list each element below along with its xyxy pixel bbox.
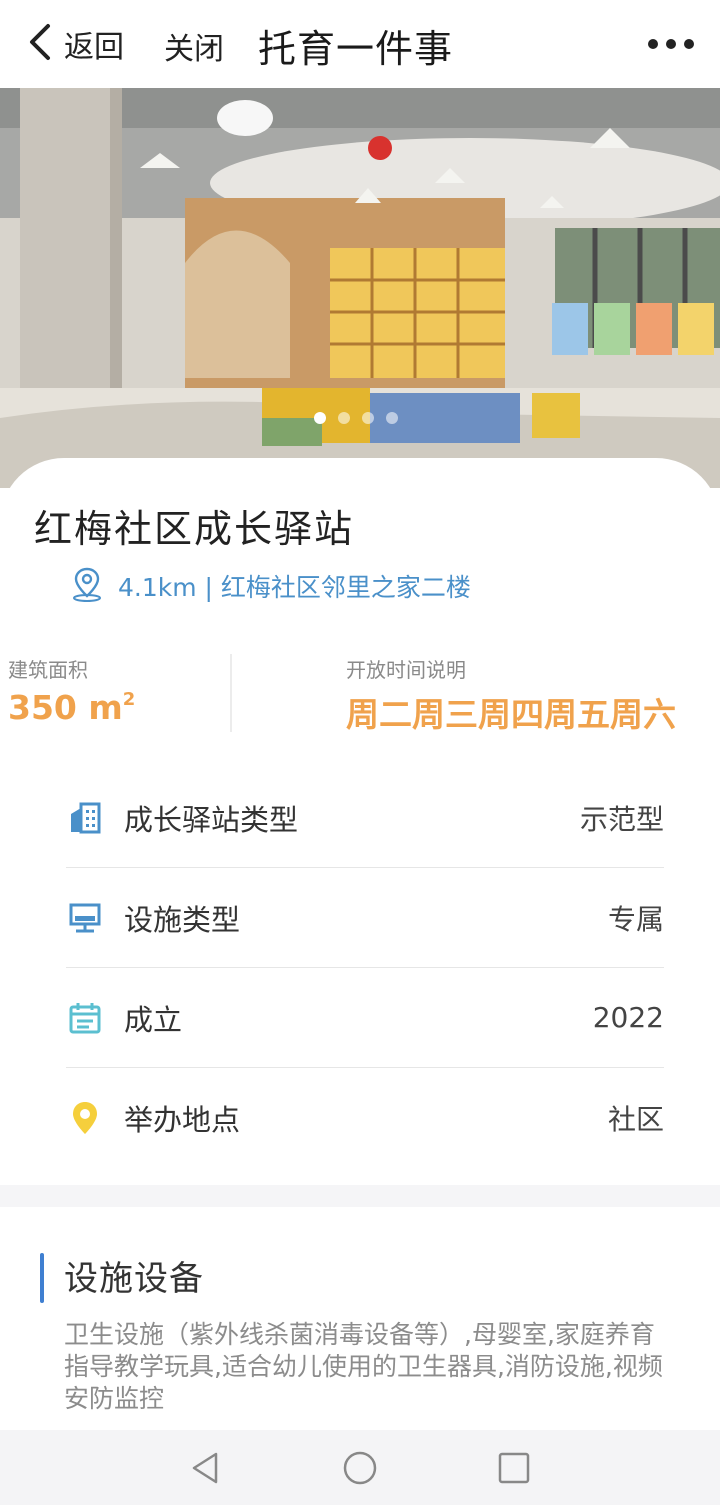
back-button[interactable]: 返回 [26,22,124,66]
more-dot-icon [666,39,676,49]
hero-image-carousel[interactable] [0,88,720,488]
more-options-button[interactable] [648,30,694,58]
detail-label: 设施类型 [124,902,241,937]
detail-value: 社区 [607,1103,664,1136]
location-pin-icon [66,1099,104,1137]
back-label: 返回 [64,30,124,65]
circle-home-icon [343,1451,377,1485]
building-icon [66,799,104,837]
system-back-button[interactable] [186,1448,226,1488]
stats-divider [230,654,232,732]
section-separator [0,1185,720,1207]
system-home-button[interactable] [340,1448,380,1488]
system-navigation-bar [0,1430,720,1505]
area-label: 建筑面积 [8,658,88,682]
area-value: 350 m2 [8,688,135,727]
more-dot-icon [684,39,694,49]
detail-label: 成立 [124,1002,183,1037]
detail-label: 举办地点 [124,1103,241,1137]
hero-photo [0,88,720,488]
detail-value: 示范型 [579,802,664,836]
hours-label: 开放时间说明 [346,658,466,682]
monitor-icon [66,899,104,937]
location-link[interactable]: 4.1km | 红梅社区邻里之家二楼 [70,566,471,606]
detail-row-founded: 成立 2022 [66,968,664,1068]
detail-list: 成长驿站类型 示范型 设施类型 专属 成立 2022 举办地点 社区 [66,768,664,1168]
hours-value: 周二周三周四周五周六 [346,695,676,734]
facilities-title: 设施设备 [64,1259,204,1299]
calendar-icon [66,999,104,1037]
square-recents-icon [498,1452,530,1484]
stats-row: 建筑面积 350 m2 开放时间说明 周二周三周四周五周六 [0,654,720,734]
triangle-back-icon [192,1452,218,1484]
detail-value: 2022 [592,1001,664,1034]
detail-row-venue: 举办地点 社区 [66,1068,664,1168]
chevron-left-icon [26,22,54,66]
station-info-card: 红梅社区成长驿站 4.1km | 红梅社区邻里之家二楼 建筑面积 350 m2 … [0,458,720,1188]
carousel-dot[interactable] [314,412,326,424]
area-unit-superscript: 2 [122,689,136,710]
close-button[interactable]: 关闭 [164,24,224,68]
location-text: 4.1km | 红梅社区邻里之家二楼 [118,573,471,602]
section-accent-bar [40,1253,44,1303]
detail-row-station-type: 成长驿站类型 示范型 [66,768,664,868]
detail-row-facility-type: 设施类型 专属 [66,868,664,968]
detail-value: 专属 [607,902,664,936]
carousel-indicator [314,412,398,424]
facilities-description: 卫生设施（紫外线杀菌消毒设备等）,母婴室,家庭养育指导教学玩具,适合幼儿使用的卫… [64,1320,663,1413]
station-name: 红梅社区成长驿站 [34,507,355,551]
detail-label: 成长驿站类型 [124,802,299,837]
page-title: 托育一件事 [258,27,454,71]
facilities-section: 设施设备 卫生设施（紫外线杀菌消毒设备等）,母婴室,家庭养育指导教学玩具,适合幼… [0,1207,720,1437]
carousel-dot[interactable] [338,412,350,424]
map-pin-icon [70,566,104,606]
top-nav-bar: 返回 关闭 托育一件事 [0,0,720,88]
more-dot-icon [648,39,658,49]
carousel-dot[interactable] [386,412,398,424]
system-recents-button[interactable] [494,1448,534,1488]
carousel-dot[interactable] [362,412,374,424]
area-number: 350 m [8,688,123,727]
